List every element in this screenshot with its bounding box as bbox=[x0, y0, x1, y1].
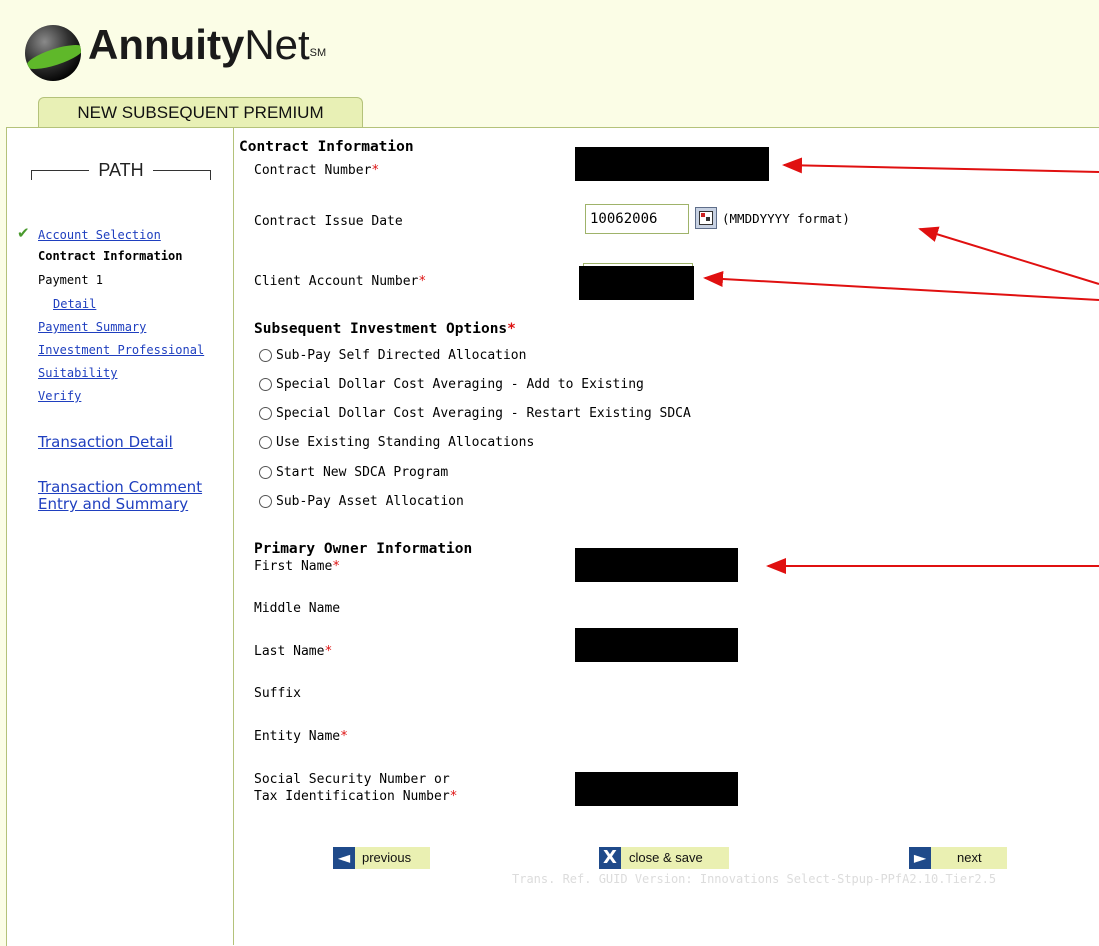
annotation-arrow-date-format bbox=[918, 226, 1099, 285]
annotation-arrow-contract-number bbox=[782, 157, 1099, 174]
annotation-arrows bbox=[703, 157, 1099, 574]
annotation-arrow-client-account bbox=[703, 271, 1099, 301]
